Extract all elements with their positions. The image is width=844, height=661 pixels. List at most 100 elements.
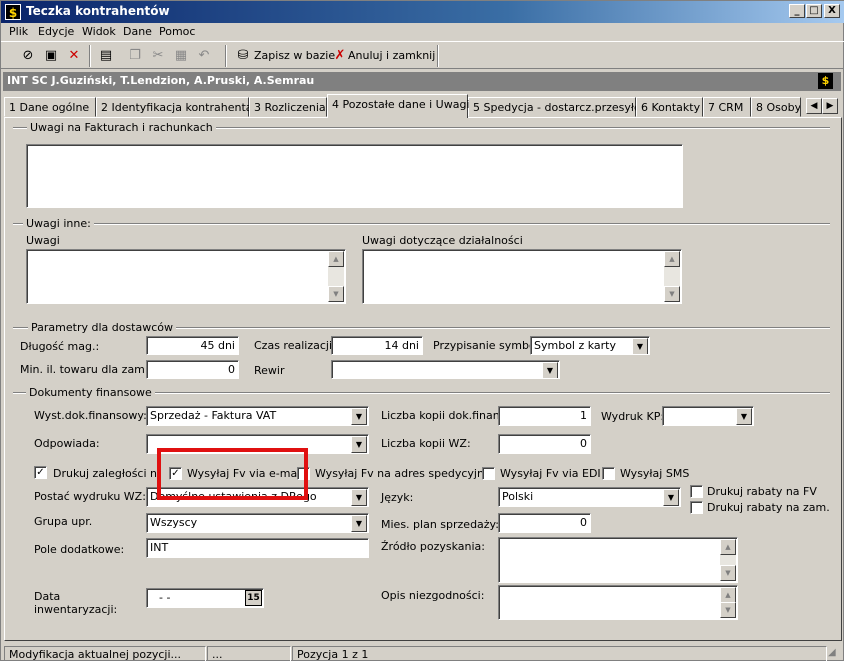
czas-realizacji-input[interactable]: 14 dni xyxy=(331,336,423,355)
contractor-name: INT SC J.Guziński, T.Lendzion, A.Pruski,… xyxy=(7,74,315,87)
uwagi-dzialalnosci-textarea[interactable]: ▲ ▼ xyxy=(362,249,682,304)
opis-label: Opis niezgodności: xyxy=(381,589,485,602)
min-towaru-input[interactable]: 0 xyxy=(146,360,239,379)
wyst-select[interactable]: Sprzedaż - Faktura VAT ▼ xyxy=(146,406,369,426)
scrollbar[interactable]: ▲ ▼ xyxy=(664,251,680,302)
group-parametry: Parametry dla dostawców xyxy=(28,321,177,334)
edi-checkbox[interactable] xyxy=(482,467,495,480)
scroll-up-icon[interactable]: ▲ xyxy=(720,587,736,603)
save-to-db-button[interactable]: Zapisz w bazie xyxy=(254,49,335,62)
pole-input[interactable]: INT xyxy=(146,538,369,558)
spedycja-label: Wysyłaj Fv na adres spedycyjny xyxy=(315,467,491,480)
uwagi-fv-textarea[interactable] xyxy=(26,144,683,208)
copy-icon[interactable]: ❐ xyxy=(124,45,146,66)
chevron-down-icon[interactable]: ▼ xyxy=(351,515,367,532)
close-button[interactable]: X xyxy=(824,4,840,18)
grupa-label: Grupa upr. xyxy=(34,515,93,528)
scroll-down-icon[interactable]: ▼ xyxy=(328,286,344,302)
contractor-header: INT SC J.Guziński, T.Lendzion, A.Pruski,… xyxy=(3,72,841,91)
paste-icon[interactable]: ▦ xyxy=(170,45,192,66)
kopii-wz-label: Liczba kopii WZ: xyxy=(381,437,471,450)
resize-grip-icon[interactable]: ◢ xyxy=(828,647,842,661)
chevron-down-icon[interactable]: ▼ xyxy=(736,408,752,425)
data-inw-label: Data inwentaryzacji: xyxy=(34,590,118,616)
chevron-down-icon[interactable]: ▼ xyxy=(542,362,558,378)
jezyk-select[interactable]: Polski ▼ xyxy=(498,487,681,507)
tab-spedycja[interactable]: 5 Spedycja - dostarcz.przesyłek xyxy=(468,97,647,117)
chevron-down-icon[interactable]: ▼ xyxy=(632,338,648,354)
group-uwagi-fv: Uwagi na Fakturach i rachunkach xyxy=(27,121,216,134)
menu-dane[interactable]: Dane xyxy=(123,25,152,38)
chevron-down-icon[interactable]: ▼ xyxy=(663,489,679,506)
chevron-down-icon[interactable]: ▼ xyxy=(351,436,367,453)
tab-rozliczenia[interactable]: 3 Rozliczenia xyxy=(249,97,327,117)
maximize-button[interactable]: □ xyxy=(806,4,822,18)
wyst-value: Sprzedaż - Faktura VAT xyxy=(150,409,277,422)
plan-input[interactable]: 0 xyxy=(498,513,591,533)
uwagi-dzialalnosci-label: Uwagi dotyczące działalności xyxy=(362,234,523,247)
tab-crm[interactable]: 7 CRM xyxy=(703,97,751,117)
group-dokumenty: Dokumenty finansowe xyxy=(26,386,155,399)
wyst-label: Wyst.dok.finansowy: xyxy=(34,409,147,422)
tab-identyfikacja[interactable]: 2 Identyfikacja kontrahenta xyxy=(96,97,253,117)
scroll-down-icon[interactable]: ▼ xyxy=(720,565,736,581)
przypisanie-select[interactable]: Symbol z karty ▼ xyxy=(530,336,650,355)
scroll-up-icon[interactable]: ▲ xyxy=(720,539,736,555)
zaleglosci-checkbox[interactable]: ✓ xyxy=(34,466,47,479)
kopii-input[interactable]: 1 xyxy=(498,406,591,426)
chevron-down-icon[interactable]: ▼ xyxy=(351,408,367,425)
sms-checkbox[interactable] xyxy=(602,467,615,480)
group-line xyxy=(13,223,830,225)
tab-scroll-right-icon[interactable]: ▶ xyxy=(822,98,838,114)
postac-label: Postać wydruku WZ: xyxy=(34,490,146,503)
scroll-up-icon[interactable]: ▲ xyxy=(664,251,680,267)
tab-kontakty[interactable]: 6 Kontakty xyxy=(636,97,703,117)
scroll-up-icon[interactable]: ▲ xyxy=(328,251,344,267)
chevron-down-icon[interactable]: ▼ xyxy=(351,489,367,506)
kopii-wz-input[interactable]: 0 xyxy=(498,434,591,454)
zrodlo-textarea[interactable]: ▲ ▼ xyxy=(498,537,738,583)
grupa-select[interactable]: Wszyscy ▼ xyxy=(146,513,369,533)
tab-dane-ogolne[interactable]: 1 Dane ogólne xyxy=(4,97,96,117)
rewir-select[interactable]: ▼ xyxy=(331,360,560,379)
scrollbar[interactable]: ▲ ▼ xyxy=(720,539,736,581)
minimize-button[interactable]: _ xyxy=(789,4,805,18)
jezyk-value: Polski xyxy=(502,490,534,503)
menu-edycje[interactable]: Edycje xyxy=(38,25,74,38)
delete-icon[interactable]: ✕ xyxy=(63,45,85,66)
menu-widok[interactable]: Widok xyxy=(82,25,116,38)
highlight-box xyxy=(157,448,308,500)
tab-pozostale-dane[interactable]: 4 Pozostałe dane i Uwagi xyxy=(327,94,469,118)
cancel-close-button[interactable]: Anuluj i zamknij xyxy=(348,49,435,62)
scrollbar[interactable]: ▲ ▼ xyxy=(328,251,344,302)
toolbar-separator xyxy=(437,45,439,67)
scrollbar[interactable]: ▲ ▼ xyxy=(720,587,736,618)
opis-textarea[interactable]: ▲ ▼ xyxy=(498,585,738,620)
plan-label: Mies. plan sprzedaży: xyxy=(381,518,499,531)
menu-pomoc[interactable]: Pomoc xyxy=(159,25,195,38)
grupa-value: Wszyscy xyxy=(150,516,198,529)
wydruk-kp-select[interactable]: ▼ xyxy=(662,406,754,426)
status-position: Pozycja 1 z 1 xyxy=(292,646,827,661)
zrodlo-label: Źródło pozyskania: xyxy=(381,540,486,553)
tab-osoby[interactable]: 8 Osoby xyxy=(751,97,801,117)
menu-bar: Plik Edycje Widok Dane Pomoc xyxy=(1,23,844,41)
menu-plik[interactable]: Plik xyxy=(9,25,28,38)
uwagi-textarea[interactable]: ▲ ▼ xyxy=(26,249,346,304)
scroll-down-icon[interactable]: ▼ xyxy=(720,602,736,618)
main-window: $ Teczka kontrahentów _ □ X Plik Edycje … xyxy=(0,0,844,661)
rabaty-fv-checkbox[interactable] xyxy=(690,485,703,498)
dlugosc-mag-input[interactable]: 45 dni xyxy=(146,336,239,355)
sms-label: Wysyłaj SMS xyxy=(620,467,690,480)
scroll-down-icon[interactable]: ▼ xyxy=(664,286,680,302)
calendar-icon[interactable]: 15 xyxy=(245,590,262,606)
edi-label: Wysyłaj Fv via EDI xyxy=(500,467,601,480)
properties-icon[interactable]: ▤ xyxy=(95,45,117,66)
rabaty-zam-checkbox[interactable] xyxy=(690,501,703,514)
undo-icon[interactable]: ↶ xyxy=(193,45,215,66)
title-bar: $ Teczka kontrahentów _ □ X xyxy=(1,1,844,23)
find-icon[interactable]: ⊘ xyxy=(17,45,39,66)
save-icon[interactable]: ▣ xyxy=(40,45,62,66)
tab-scroll-left-icon[interactable]: ◀ xyxy=(806,98,822,114)
cut-icon[interactable]: ✂ xyxy=(147,45,169,66)
